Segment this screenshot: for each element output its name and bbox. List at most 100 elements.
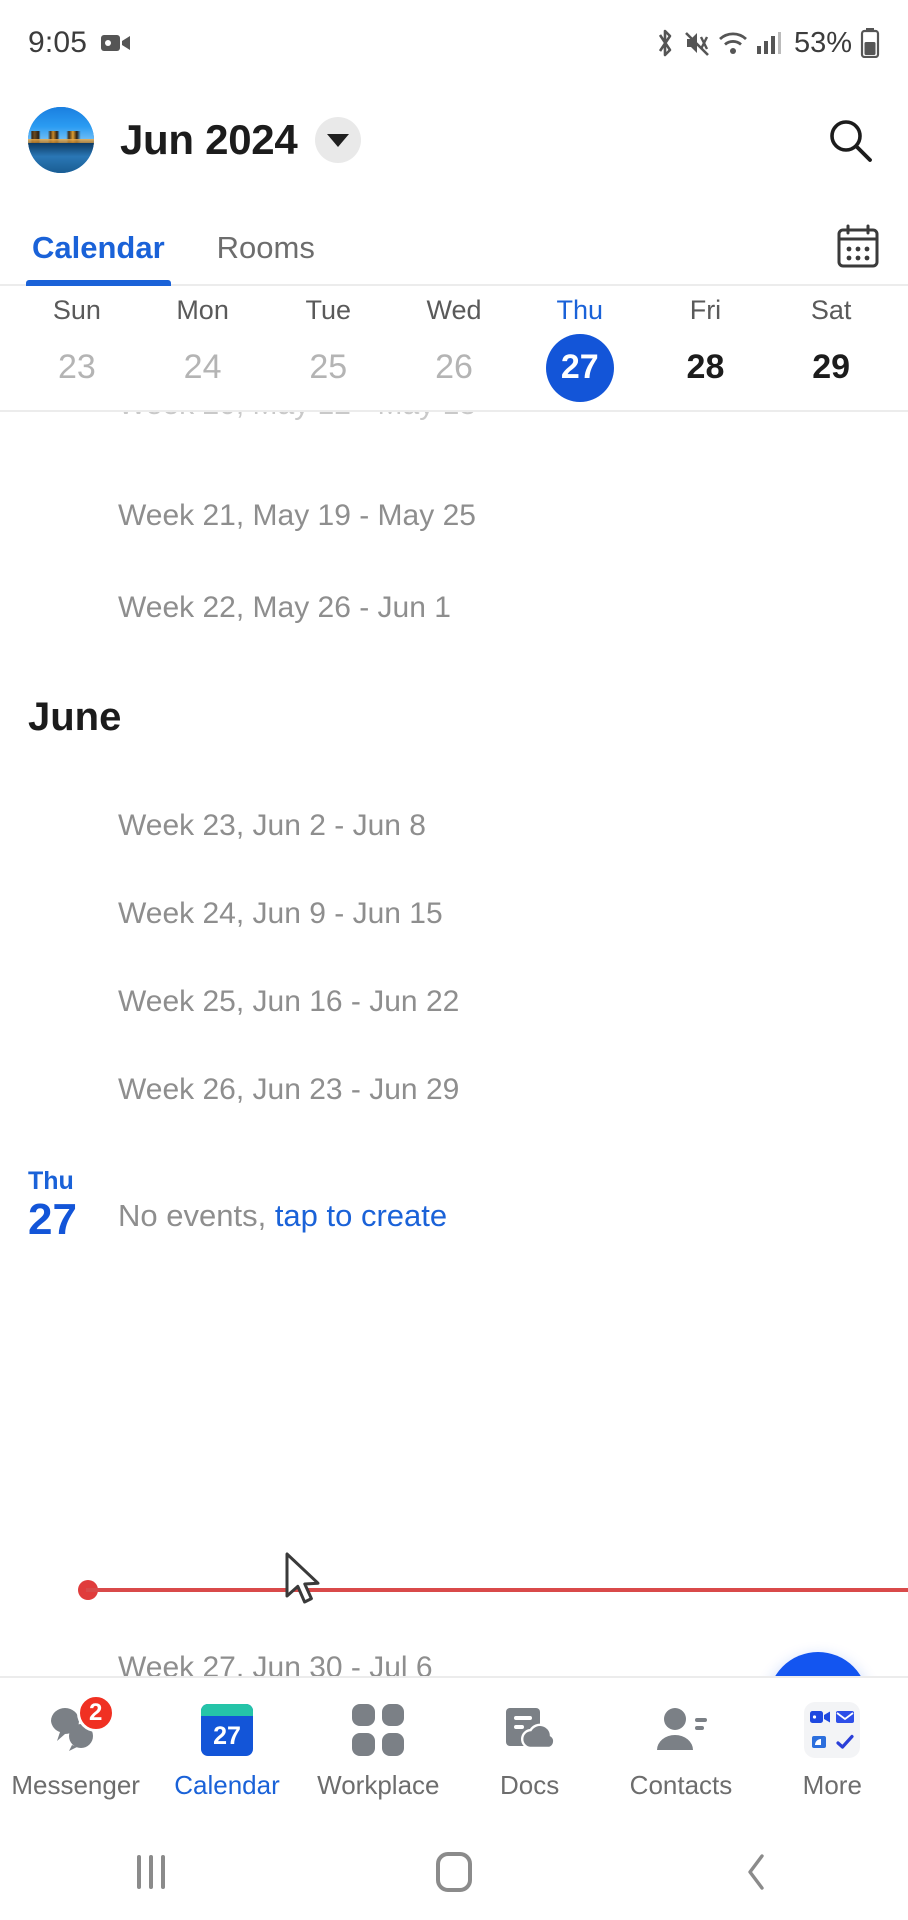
agenda-row-week-23[interactable]: Week 23, Jun 2 - Jun 8 bbox=[0, 782, 908, 870]
week-day-mon[interactable]: Mon 24 bbox=[140, 286, 266, 410]
week-day-label: Fri bbox=[689, 294, 722, 325]
week-range-label: Week 23, Jun 2 - Jun 8 bbox=[118, 809, 426, 842]
calendar-app-icon: 27 bbox=[200, 1702, 253, 1758]
android-back-button[interactable] bbox=[605, 1852, 908, 1892]
week-day-number: 23 bbox=[57, 348, 96, 386]
calendar-icon-top-bar bbox=[200, 1703, 253, 1716]
tab-calendar[interactable]: Calendar bbox=[26, 230, 171, 286]
tasks-check-icon bbox=[834, 1731, 856, 1753]
search-icon bbox=[825, 115, 875, 165]
nav-item-docs[interactable]: Docs bbox=[454, 1702, 605, 1801]
week-day-label: Mon bbox=[176, 294, 229, 325]
week-day-number: 24 bbox=[183, 348, 222, 386]
month-header-label: June bbox=[28, 694, 122, 739]
calendar-view-icon bbox=[836, 224, 880, 270]
android-recents-button[interactable] bbox=[0, 1855, 303, 1889]
nav-item-contacts[interactable]: Contacts bbox=[605, 1702, 756, 1801]
mouse-cursor bbox=[283, 1552, 327, 1608]
week-range-label: Week 21, May 19 - May 25 bbox=[118, 499, 476, 532]
home-icon bbox=[436, 1852, 472, 1892]
week-day-label: Tue bbox=[305, 294, 352, 325]
week-day-label: Sun bbox=[52, 294, 101, 325]
week-day-wed[interactable]: Wed 26 bbox=[391, 286, 517, 410]
week-day-sun[interactable]: Sun 23 bbox=[14, 286, 140, 410]
calendar-view-button[interactable] bbox=[836, 224, 880, 284]
app-header: Jun 2024 bbox=[0, 86, 908, 194]
search-button[interactable] bbox=[820, 110, 880, 170]
today-day-number: 27 bbox=[28, 1195, 77, 1245]
agenda-list[interactable]: Week 20, May 12 - May 18 Week 21, May 19… bbox=[0, 412, 908, 1676]
week-day-thu-selected[interactable]: Thu 27 bbox=[517, 286, 643, 410]
week-strip: Sun 23 Mon 24 Tue 25 Wed 26 Thu 27 Fri 2… bbox=[0, 286, 908, 412]
nav-item-calendar[interactable]: 27 Calendar bbox=[151, 1702, 302, 1801]
bottom-navigation-bar: 2 Messenger 27 Calendar Workplace Docs C… bbox=[0, 1676, 908, 1824]
avatar[interactable] bbox=[28, 107, 94, 173]
messenger-unread-badge: 2 bbox=[76, 1693, 115, 1732]
mail-app-icon bbox=[834, 1707, 856, 1729]
battery-percent-label: 53% bbox=[793, 26, 852, 59]
week-day-tue[interactable]: Tue 25 bbox=[265, 286, 391, 410]
week-day-label: Thu bbox=[556, 294, 603, 325]
week-range-label: Week 24, Jun 9 - Jun 15 bbox=[118, 897, 443, 930]
agenda-row-week-22[interactable]: Week 22, May 26 - Jun 1 bbox=[0, 564, 908, 652]
nav-item-more[interactable]: More bbox=[757, 1701, 908, 1801]
week-day-label: Sat bbox=[810, 294, 852, 325]
nav-item-messenger[interactable]: 2 Messenger bbox=[0, 1693, 151, 1801]
agenda-row-week-26[interactable]: Week 26, Jun 23 - Jun 29 bbox=[0, 1046, 908, 1134]
mute-vibrate-icon bbox=[684, 29, 710, 57]
video-camera-icon bbox=[101, 31, 131, 55]
tap-to-create-link[interactable]: tap to create bbox=[275, 1198, 447, 1233]
phone-screen: 9:05 53% Jun 2024 Calendar Rooms Sun 23 … bbox=[0, 0, 908, 1920]
bluetooth-icon bbox=[654, 28, 676, 58]
week-day-number: 29 bbox=[812, 348, 851, 386]
tab-rooms[interactable]: Rooms bbox=[213, 230, 319, 284]
nav-label-more: More bbox=[802, 1769, 862, 1800]
workplace-grid-shape bbox=[352, 1703, 405, 1756]
agenda-row-week-21[interactable]: Week 21, May 19 - May 25 bbox=[0, 468, 908, 564]
current-time-line bbox=[86, 1588, 908, 1592]
week-range-label: Week 25, Jun 16 - Jun 22 bbox=[118, 985, 460, 1018]
week-day-number: 27 bbox=[545, 333, 614, 402]
android-home-button[interactable] bbox=[303, 1852, 606, 1892]
week-range-label: Week 26, Jun 23 - Jun 29 bbox=[118, 1073, 460, 1106]
week-day-number: 26 bbox=[435, 348, 473, 386]
status-bar-right: 53% bbox=[654, 27, 880, 60]
video-app-icon bbox=[809, 1707, 831, 1729]
tab-bar: Calendar Rooms bbox=[0, 194, 908, 286]
today-day-of-week: Thu bbox=[28, 1167, 74, 1195]
nav-label-workplace: Workplace bbox=[317, 1769, 440, 1800]
month-dropdown-button[interactable] bbox=[315, 117, 362, 163]
status-bar: 9:05 53% bbox=[0, 0, 908, 86]
no-events-text: No events, bbox=[118, 1198, 275, 1233]
calendar-app-icon-tile: 27 bbox=[200, 1703, 253, 1756]
status-bar-left: 9:05 bbox=[28, 26, 131, 60]
contacts-person-icon bbox=[653, 1702, 709, 1758]
week-day-fri[interactable]: Fri 28 bbox=[643, 286, 769, 410]
week-day-number: 28 bbox=[686, 348, 725, 386]
chevron-down-icon bbox=[327, 133, 350, 147]
no-events-message: No events, tap to create bbox=[118, 1166, 447, 1243]
week-day-label: Wed bbox=[426, 294, 482, 325]
agenda-row-week-partial[interactable]: Week 20, May 12 - May 18 bbox=[0, 412, 908, 468]
cellular-signal-icon bbox=[756, 30, 782, 56]
status-bar-clock: 9:05 bbox=[28, 26, 88, 59]
back-icon bbox=[744, 1852, 770, 1892]
messenger-chat-icon: 2 bbox=[47, 1693, 115, 1758]
agenda-row-week-27[interactable]: Week 27, Jun 30 - Jul 6 bbox=[0, 1624, 908, 1676]
agenda-month-header-june: June bbox=[0, 652, 908, 782]
agenda-row-week-25[interactable]: Week 25, Jun 16 - Jun 22 bbox=[0, 958, 908, 1046]
nav-label-contacts: Contacts bbox=[629, 1769, 733, 1800]
nav-label-docs: Docs bbox=[500, 1769, 560, 1800]
week-day-sat[interactable]: Sat 29 bbox=[768, 286, 894, 410]
page-title[interactable]: Jun 2024 bbox=[120, 116, 298, 164]
week-range-label: Week 27, Jun 30 - Jul 6 bbox=[118, 1651, 433, 1676]
presentation-app-icon bbox=[809, 1731, 831, 1753]
week-range-label: Week 20, May 12 - May 18 bbox=[118, 412, 476, 422]
docs-cloud-icon bbox=[503, 1702, 557, 1758]
today-date-column: Thu 27 bbox=[28, 1166, 118, 1243]
nav-item-workplace[interactable]: Workplace bbox=[303, 1702, 454, 1801]
agenda-row-week-24[interactable]: Week 24, Jun 9 - Jun 15 bbox=[0, 870, 908, 958]
week-day-number: 25 bbox=[309, 348, 348, 386]
avatar-water bbox=[28, 142, 94, 173]
agenda-row-today[interactable]: Thu 27 No events, tap to create bbox=[0, 1166, 908, 1243]
